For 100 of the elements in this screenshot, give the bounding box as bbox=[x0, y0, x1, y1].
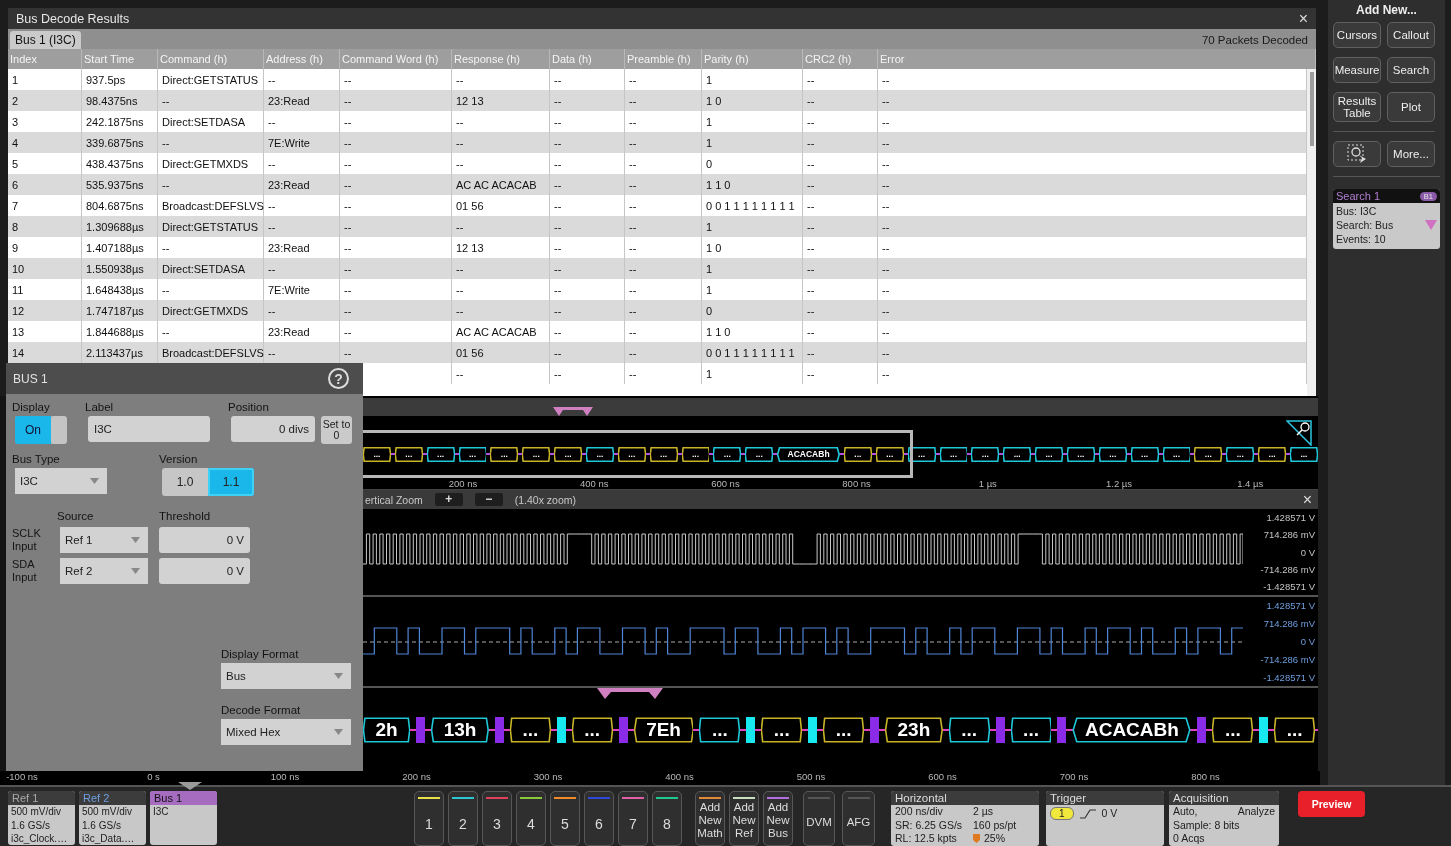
tab[interactable]: Bus 1 (I3C) bbox=[10, 31, 81, 49]
zoom-out-button[interactable]: − bbox=[474, 493, 503, 506]
decoded-packet[interactable]: 13h bbox=[431, 716, 489, 743]
channel-button[interactable]: 5 bbox=[550, 791, 580, 846]
decoded-packet[interactable]: ... bbox=[1226, 446, 1255, 462]
table-row[interactable]: 12 1.747187µs Direct:GETMXDS -- -- -- -- -- 0 -- -- bbox=[8, 300, 1307, 321]
dropdown[interactable]: Mixed Hex bbox=[221, 719, 351, 745]
scrollbar[interactable] bbox=[1307, 69, 1316, 396]
dropdown[interactable]: Ref 1 bbox=[60, 527, 148, 553]
decoded-packet[interactable]: 7Eh bbox=[633, 716, 694, 743]
settings-badge[interactable]: Acquisition Auto, Analyze Sample: 8 bits 0 Acqs bbox=[1169, 791, 1279, 846]
dropdown[interactable]: Bus bbox=[221, 663, 351, 689]
channel-tile[interactable]: Ref 1 500 mV/div 1.6 GS/s i3c_Clock.… bbox=[8, 791, 75, 845]
decoded-packet[interactable]: ... bbox=[363, 446, 391, 462]
channel-button[interactable]: 7 bbox=[618, 791, 648, 846]
decoded-packet[interactable]: ACACABh bbox=[1072, 716, 1192, 743]
decoded-packet[interactable]: ... bbox=[843, 446, 872, 462]
decoded-packet[interactable]: ... bbox=[699, 716, 741, 743]
tool-button[interactable]: DVM bbox=[803, 791, 835, 846]
scrollbar-thumb[interactable] bbox=[1309, 72, 1314, 146]
add-new-button[interactable]: Results Table bbox=[1333, 92, 1381, 122]
preview-button[interactable]: Preview bbox=[1298, 791, 1365, 817]
decoded-packet[interactable]: ... bbox=[939, 446, 968, 462]
decoded-packet[interactable]: ... bbox=[509, 716, 551, 743]
decoded-packet[interactable]: ... bbox=[458, 446, 487, 462]
decoded-packet[interactable]: ... bbox=[948, 716, 990, 743]
decoded-packet[interactable]: ... bbox=[745, 446, 774, 462]
decoded-packet[interactable]: 2h bbox=[363, 716, 411, 743]
table-row[interactable]: 8 1.309688µs Direct:GETSTATUS -- -- -- -- -- 1 -- -- bbox=[8, 216, 1307, 237]
add-new-button[interactable]: Plot bbox=[1387, 92, 1435, 122]
zoom-window-frame[interactable] bbox=[363, 430, 913, 478]
decoded-packet[interactable]: ... bbox=[394, 446, 423, 462]
table-row[interactable]: 2 98.4375ns -- 23:Read -- 12 13 -- -- 1 0 -- -- bbox=[8, 90, 1307, 111]
decoded-packet[interactable]: 23h bbox=[885, 716, 943, 743]
version-option[interactable]: 1.0 bbox=[162, 468, 208, 496]
input-field[interactable]: 0 V bbox=[159, 558, 250, 584]
add-new-button[interactable]: Measure bbox=[1333, 57, 1381, 83]
decoded-packet[interactable]: ... bbox=[586, 446, 614, 462]
decoded-packet[interactable]: ... bbox=[1258, 446, 1286, 462]
decoded-packet[interactable]: ... bbox=[426, 446, 455, 462]
decoded-packet[interactable]: ... bbox=[1067, 446, 1095, 462]
channel-button[interactable]: 3 bbox=[482, 791, 512, 846]
zoom-in-button[interactable]: + bbox=[434, 493, 463, 506]
settings-badge[interactable]: Trigger 1 0 V bbox=[1046, 791, 1164, 846]
help-button[interactable]: ? bbox=[328, 368, 349, 389]
add-new-button[interactable]: Cursors bbox=[1333, 22, 1381, 48]
channel-button[interactable]: 6 bbox=[584, 791, 614, 846]
decoded-packet[interactable]: ... bbox=[490, 446, 519, 462]
table-row[interactable]: 4 339.6875ns -- 7E:Write -- -- -- -- 1 -- -- bbox=[8, 132, 1307, 153]
add-new-button[interactable]: Add New Ref bbox=[729, 791, 759, 846]
channel-button[interactable]: 1 bbox=[414, 791, 444, 846]
decoded-packet[interactable]: ... bbox=[571, 716, 613, 743]
input-field[interactable]: 0 V bbox=[159, 527, 250, 553]
decoded-packet[interactable]: ... bbox=[713, 446, 742, 462]
set-to-zero-button[interactable]: Set to 0 bbox=[321, 416, 352, 444]
decoded-packet[interactable]: ... bbox=[617, 446, 646, 462]
decoded-packet[interactable]: ... bbox=[875, 446, 904, 462]
channel-button[interactable]: 4 bbox=[516, 791, 546, 846]
toggle-switch[interactable]: On bbox=[15, 416, 67, 444]
channel-tile[interactable]: Bus 1 I3C bbox=[150, 791, 217, 845]
decoded-packet[interactable]: ... bbox=[1035, 446, 1063, 462]
channel-button[interactable]: 8 bbox=[652, 791, 682, 846]
tool-button[interactable]: AFG bbox=[842, 791, 875, 846]
decoded-packet[interactable]: ... bbox=[681, 446, 710, 462]
decoded-packet[interactable]: ... bbox=[971, 446, 1000, 462]
decoded-packet[interactable]: ... bbox=[1130, 446, 1159, 462]
version-option[interactable]: 1.1 bbox=[208, 468, 254, 496]
decoded-packet[interactable]: ... bbox=[1194, 446, 1223, 462]
dropdown[interactable]: I3C bbox=[15, 468, 107, 494]
table-row[interactable]: 14 2.113437µs Broadcast:DEFSLVS -- -- 01 56 -- -- 0 0 1 1 1 1 1 1 1 1 -- -- bbox=[8, 342, 1307, 363]
decoded-packet[interactable]: ... bbox=[1290, 446, 1318, 462]
channel-tile[interactable]: Ref 2 500 mV/div 1.6 GS/s i3c_Data.… bbox=[79, 791, 146, 845]
decoded-packet[interactable]: ... bbox=[761, 716, 803, 743]
channel-button[interactable]: 2 bbox=[448, 791, 478, 846]
decoded-packet[interactable]: ... bbox=[1274, 716, 1316, 743]
add-new-button[interactable]: Add New Bus bbox=[763, 791, 793, 846]
settings-badge[interactable]: Horizontal 200 ns/div 2 µs SR: 6.25 GS/s 160 ps/pt RL: 12.5 kpts 25% bbox=[891, 791, 1039, 846]
add-new-button[interactable]: Add New Math bbox=[695, 791, 725, 846]
close-button[interactable]: × bbox=[1298, 9, 1308, 28]
input-field[interactable]: I3C bbox=[88, 416, 210, 442]
table-row[interactable]: 6 535.9375ns -- 23:Read -- AC AC ACACAB -- -- 1 1 0 -- -- bbox=[8, 174, 1307, 195]
decoded-packet[interactable]: ... bbox=[554, 446, 582, 462]
trigger-source[interactable]: 1 bbox=[1050, 807, 1074, 821]
dropdown[interactable]: Ref 2 bbox=[60, 558, 148, 584]
close-button[interactable]: × bbox=[1302, 490, 1312, 509]
add-new-button[interactable]: More... bbox=[1387, 141, 1435, 167]
zoom-select-button[interactable] bbox=[1333, 141, 1381, 167]
add-new-button[interactable]: Callout bbox=[1387, 22, 1435, 48]
decoded-packet[interactable]: ... bbox=[1010, 716, 1052, 743]
decoded-packet[interactable]: ... bbox=[522, 446, 551, 462]
decoded-packet[interactable]: ... bbox=[907, 446, 936, 462]
input-field[interactable]: 0 divs bbox=[231, 416, 315, 442]
decoded-packet[interactable]: ... bbox=[1098, 446, 1127, 462]
add-new-button[interactable]: Search bbox=[1387, 57, 1435, 83]
decoded-packet[interactable]: ... bbox=[1003, 446, 1032, 462]
decoded-packet[interactable]: ... bbox=[1162, 446, 1191, 462]
decoded-packet[interactable]: ... bbox=[823, 716, 864, 743]
decoded-packet[interactable]: ACACABh bbox=[777, 446, 840, 462]
decoded-packet[interactable]: ... bbox=[649, 446, 678, 462]
table-row[interactable]: 10 1.550938µs Direct:SETDASA -- -- -- -- -- 1 -- -- bbox=[8, 258, 1307, 279]
